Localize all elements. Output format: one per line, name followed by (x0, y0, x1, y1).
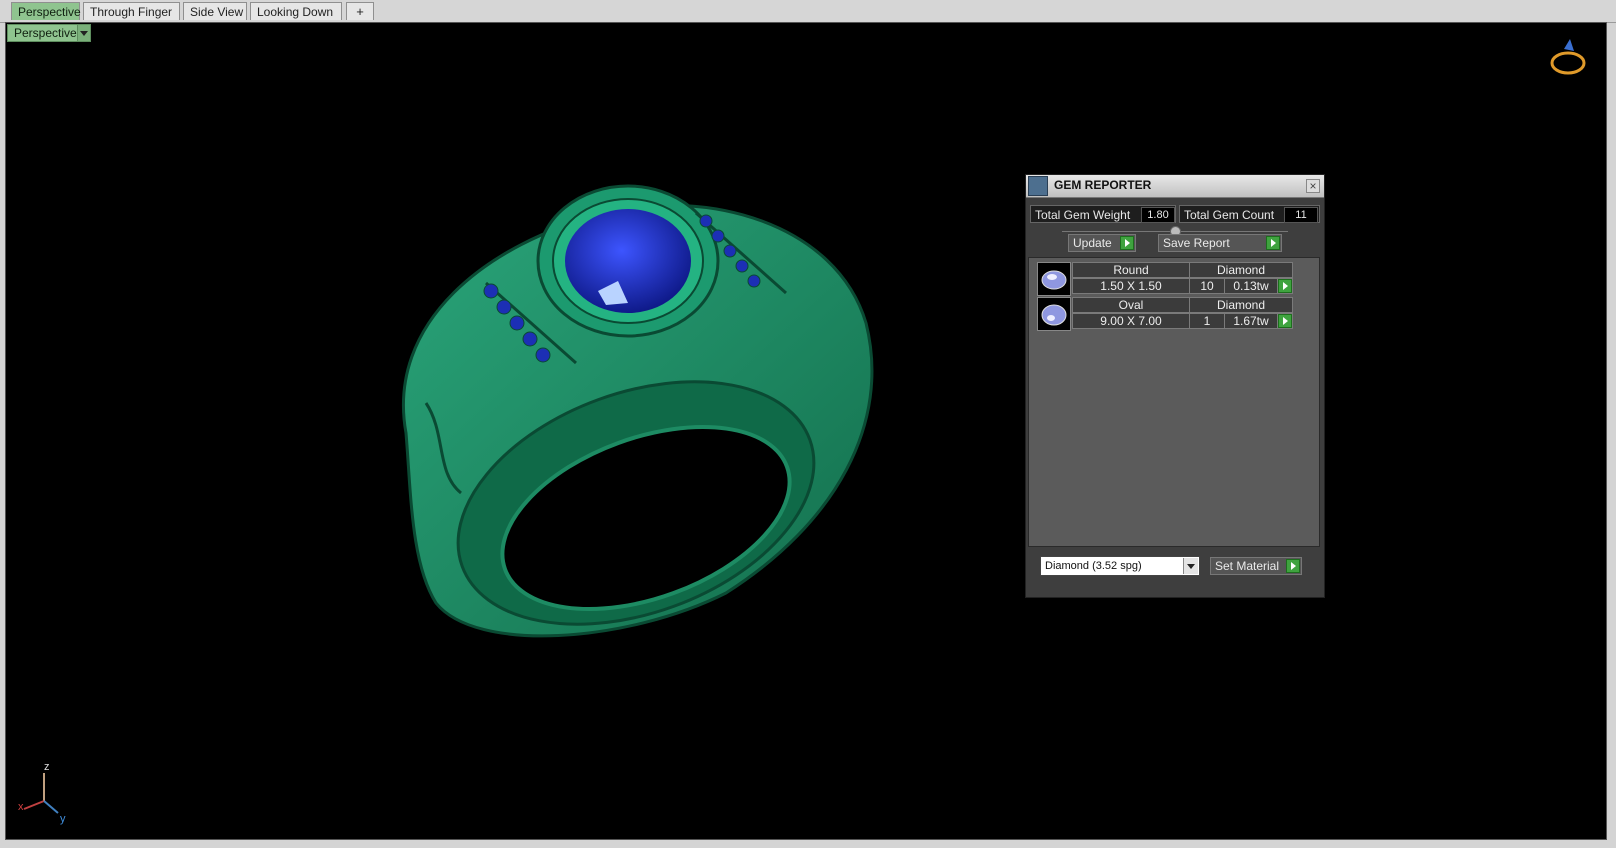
material-select[interactable]: Diamond (3.52 spg) (1040, 556, 1200, 576)
set-material-label: Set Material (1215, 559, 1280, 573)
play-icon (1266, 236, 1280, 250)
total-gem-weight-value: 1.80 (1141, 207, 1175, 223)
gem-reporter-icon (1028, 176, 1048, 196)
gem-reporter-title: GEM REPORTER (1054, 178, 1152, 192)
3d-viewport[interactable]: Perspective z x y (5, 22, 1607, 840)
gem-select-button[interactable] (1277, 313, 1293, 329)
add-tab-button[interactable]: + (346, 2, 374, 20)
save-report-button[interactable]: Save Report (1158, 234, 1282, 252)
axis-x-label: x (18, 801, 24, 813)
view-mode-label: Perspective (14, 26, 77, 40)
round-gem-thumbnail (1037, 262, 1071, 296)
oval-gemstone (565, 209, 691, 313)
update-button[interactable]: Update (1068, 234, 1136, 252)
plus-icon: + (356, 4, 364, 19)
gem-size: 9.00 X 7.00 (1072, 313, 1190, 329)
tab-through-finger[interactable]: Through Finger (83, 2, 180, 20)
set-material-button[interactable]: Set Material (1210, 557, 1302, 575)
gem-row[interactable]: Round Diamond 1.50 X 1.50 10 0.13tw (1037, 262, 1295, 296)
tab-looking-down[interactable]: Looking Down (250, 2, 342, 20)
axis-y-label: y (60, 813, 66, 825)
total-gem-weight-label: Total Gem Weight (1035, 208, 1131, 222)
view-mode-dropdown[interactable]: Perspective (7, 24, 91, 42)
gem-count: 10 (1189, 278, 1225, 294)
axis-z-label: z (44, 761, 50, 773)
gem-material: Diamond (1189, 262, 1293, 278)
close-icon[interactable]: × (1306, 179, 1320, 193)
chevron-down-icon[interactable] (77, 25, 90, 41)
gem-shape: Oval (1072, 297, 1190, 313)
gem-shape: Round (1072, 262, 1190, 278)
gem-icon (1041, 270, 1067, 290)
gem-row[interactable]: Oval Diamond 9.00 X 7.00 1 1.67tw (1037, 297, 1295, 331)
oval-gem-thumbnail (1037, 297, 1071, 331)
ring-navigation-icon[interactable] (1546, 35, 1590, 79)
play-icon (1278, 314, 1292, 328)
gem-weight: 0.13tw (1224, 278, 1278, 294)
save-report-label: Save Report (1163, 236, 1230, 250)
gem-material: Diamond (1189, 297, 1293, 313)
gem-reporter-titlebar[interactable]: GEM REPORTER × (1026, 175, 1324, 198)
gem-list: Round Diamond 1.50 X 1.50 10 0.13tw Oval… (1028, 257, 1320, 547)
axis-triad: z x y (14, 761, 74, 825)
play-icon (1120, 236, 1134, 250)
gem-size: 1.50 X 1.50 (1072, 278, 1190, 294)
gem-count: 1 (1189, 313, 1225, 329)
gem-weight: 1.67tw (1224, 313, 1278, 329)
chevron-down-icon[interactable] (1183, 558, 1198, 574)
play-icon (1278, 279, 1292, 293)
total-gem-count-value: 11 (1284, 207, 1318, 223)
tab-perspective[interactable]: Perspective (11, 2, 81, 20)
play-icon (1286, 559, 1300, 573)
material-select-value: Diamond (3.52 spg) (1045, 560, 1142, 572)
tab-side-view[interactable]: Side View (183, 2, 247, 20)
total-gem-count: Total Gem Count 11 (1179, 205, 1320, 223)
ring-model[interactable] (366, 173, 926, 673)
update-label: Update (1073, 236, 1112, 250)
view-tab-bar: Perspective Through Finger Side View Loo… (0, 0, 1616, 23)
total-gem-count-label: Total Gem Count (1184, 208, 1275, 222)
total-gem-weight: Total Gem Weight 1.80 (1030, 205, 1176, 223)
gem-reporter-panel: GEM REPORTER × Total Gem Weight 1.80 Tot… (1025, 174, 1325, 598)
gem-select-button[interactable] (1277, 278, 1293, 294)
gem-icon (1041, 304, 1067, 326)
